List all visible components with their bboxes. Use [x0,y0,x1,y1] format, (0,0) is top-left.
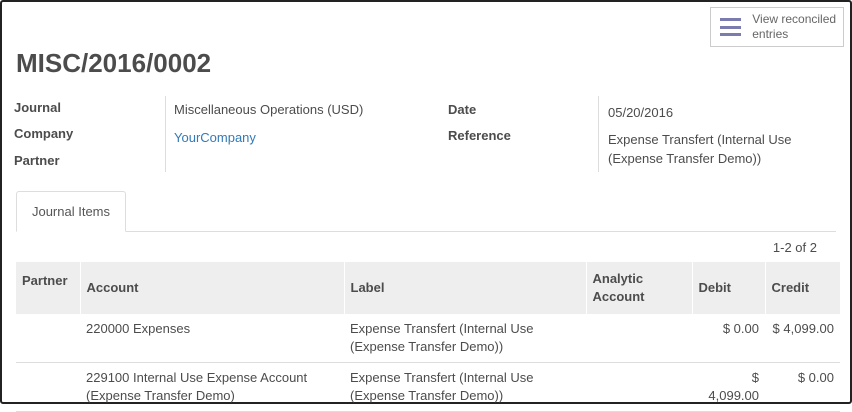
partner-cell [16,314,80,363]
company-link[interactable]: YourCompany [174,128,256,147]
reference-label: Reference [448,128,511,143]
journal-value: Miscellaneous Operations (USD) [174,102,364,117]
date-label: Date [448,102,477,117]
credit-cell: $ 4,099.00 [765,314,840,363]
field-divider [165,96,166,172]
column-header-account[interactable]: Account [79,262,344,314]
debit-cell: $ 4,099.00 [692,362,765,412]
column-header-credit[interactable]: Credit [764,262,840,314]
field-divider [598,96,599,172]
column-header-analytic-account[interactable]: Analytic Account [585,262,692,314]
column-header-label[interactable]: Label [343,262,586,314]
list-icon [720,18,742,36]
account-cell: 229100 Internal Use Expense Account (Exp… [80,362,344,412]
table-row[interactable]: 229100 Internal Use Expense Account (Exp… [16,362,840,412]
table-row[interactable]: 220000 Expenses Expense Transfert (Inter… [16,314,840,363]
column-header-debit[interactable]: Debit [691,262,765,314]
analytic-cell [586,362,692,412]
table-header-row: Partner Account Label Analytic Account D… [16,262,840,314]
journal-label: Journal [14,100,61,115]
partner-label: Partner [14,153,60,168]
page-title: MISC/2016/0002 [16,48,212,78]
journal-items-table: Partner Account Label Analytic Account D… [16,262,840,412]
tab-journal-items[interactable]: Journal Items [16,191,126,232]
label-cell: Expense Transfert (Internal Use (Expense… [344,314,586,363]
tab-bar-divider [16,231,836,232]
company-label: Company [14,126,74,141]
tab-label: Journal Items [31,204,111,219]
account-cell: 220000 Expenses [80,314,344,363]
form-view: View reconciled entries MISC/2016/0002 J… [0,0,852,412]
pager-value: 1-2 of 2 [772,240,817,255]
date-value: 05/20/2016 [608,105,674,120]
view-reconciled-entries-button[interactable]: View reconciled entries [710,7,844,47]
analytic-cell [586,314,692,363]
debit-cell: $ 0.00 [692,314,765,363]
reference-value: Expense Transfert (Internal Use (Expense… [608,132,792,166]
partner-cell [16,362,80,412]
view-reconciled-entries-label: View reconciled entries [752,12,837,41]
label-cell: Expense Transfert (Internal Use (Expense… [344,362,586,412]
column-header-partner[interactable]: Partner [16,262,80,314]
credit-cell: $ 0.00 [765,362,840,412]
